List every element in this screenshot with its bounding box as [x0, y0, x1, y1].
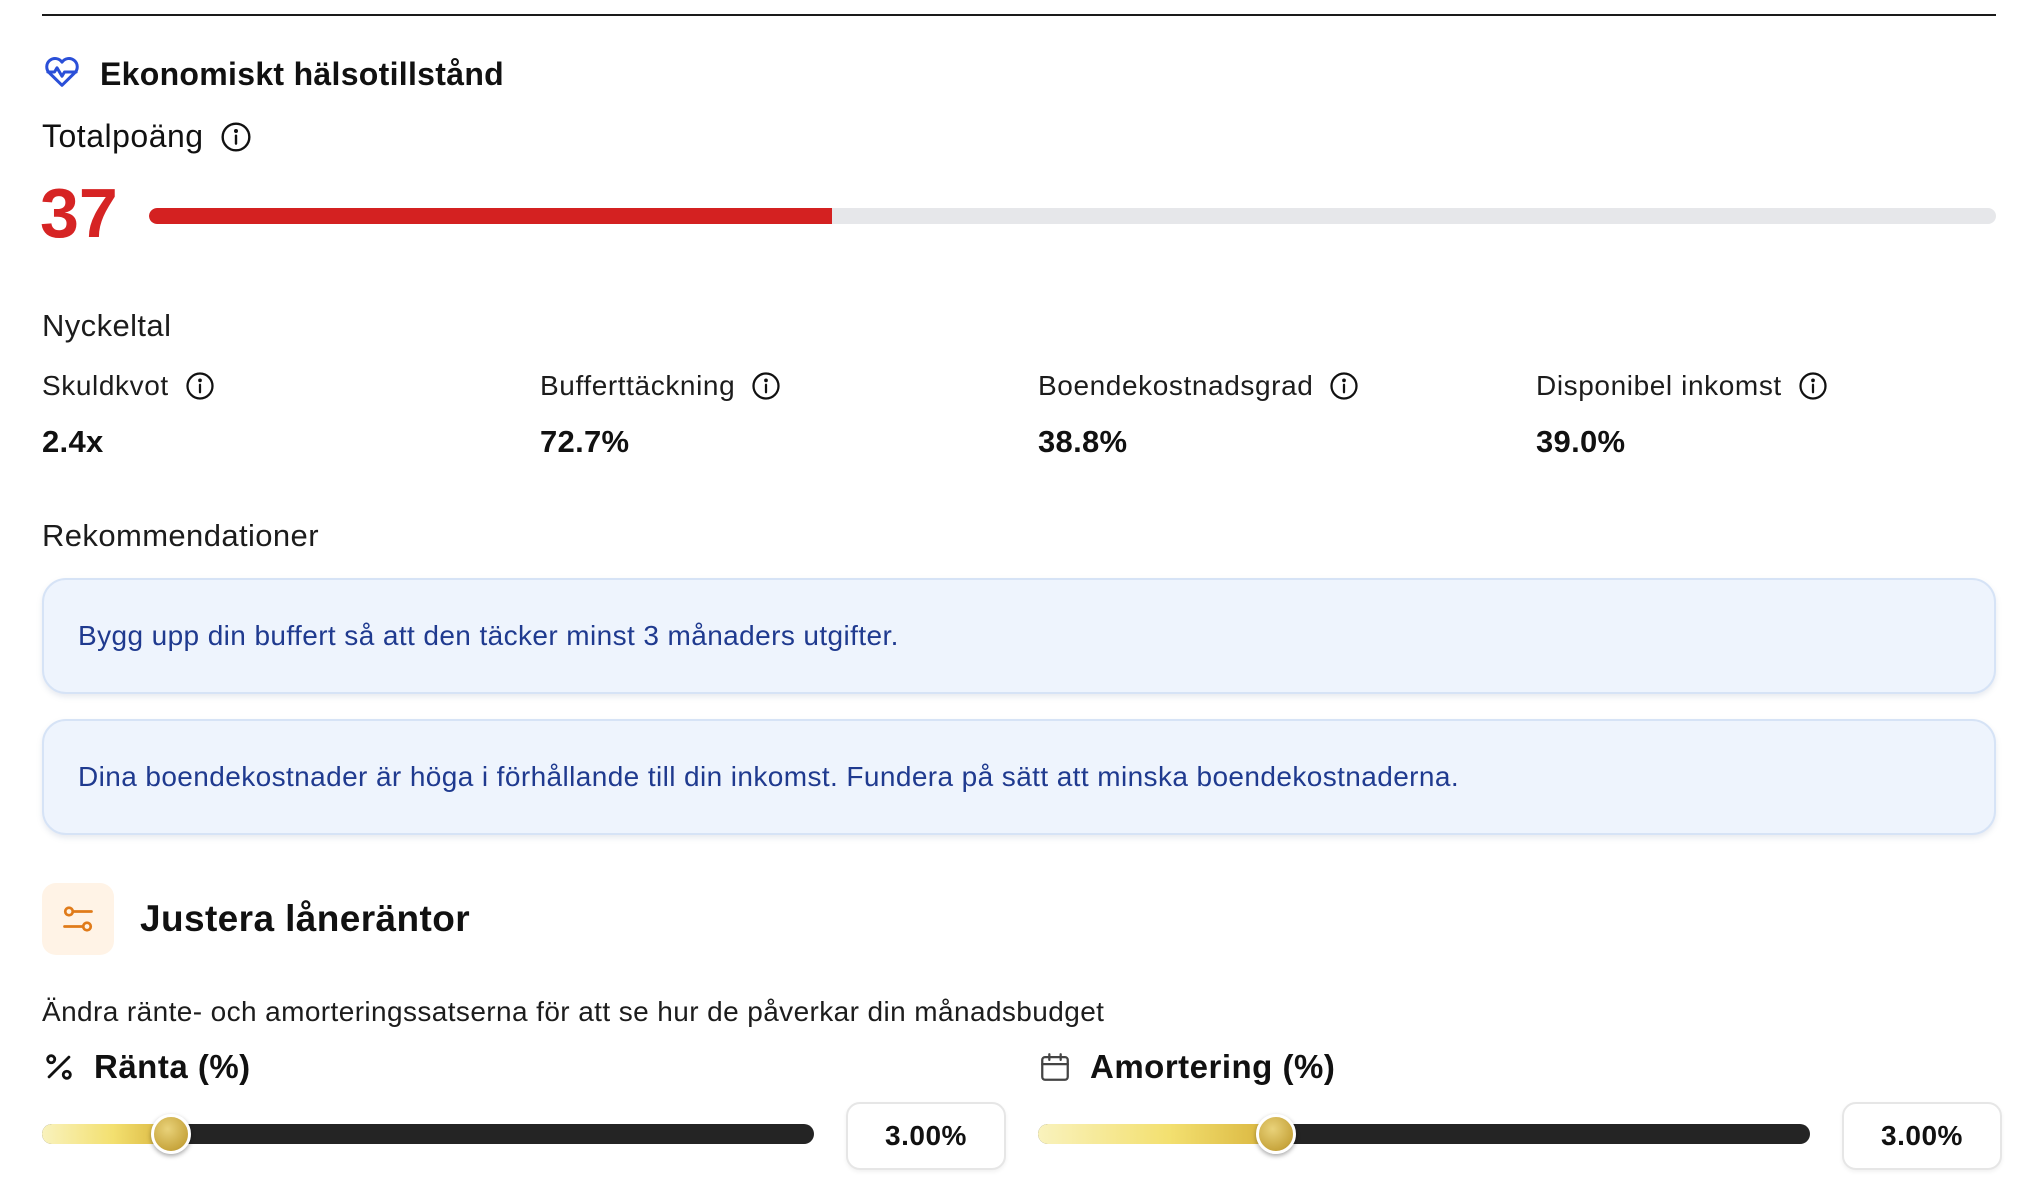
sliders-icon: [42, 883, 114, 955]
metric-housing-cost-ratio: Boendekostnadsgrad 38.8%: [1038, 370, 1359, 460]
metric-label: Disponibel inkomst: [1536, 370, 1782, 401]
score-progress-bar: [149, 208, 1996, 224]
info-icon[interactable]: [1798, 371, 1828, 401]
adjust-rates-title: Justera låneräntor: [140, 898, 471, 939]
recommendation-text: Bygg upp din buffert så att den täcker m…: [78, 620, 899, 651]
metric-label: Bufferttäckning: [540, 370, 736, 401]
interest-rate-value[interactable]: 3.00%: [846, 1102, 1006, 1170]
recommendation-card: Bygg upp din buffert så att den täcker m…: [42, 578, 1996, 694]
metric-buffer-coverage: Bufferttäckning 72.7%: [540, 370, 781, 460]
amortization-slider[interactable]: [1038, 1114, 1810, 1154]
adjust-rates-header: Justera låneräntor: [42, 883, 470, 955]
total-score-label: Totalpoäng: [42, 118, 204, 154]
metric-label: Boendekostnadsgrad: [1038, 370, 1314, 401]
health-header: Ekonomiskt hälsotillstånd: [42, 52, 504, 97]
metrics-heading: Nyckeltal: [42, 308, 172, 343]
amortization-label-row: Amortering (%): [1038, 1048, 1335, 1086]
divider: [42, 14, 1996, 16]
recommendation-text: Dina boendekostnader är höga i förhållan…: [78, 761, 1460, 792]
info-icon[interactable]: [1329, 371, 1359, 401]
calendar-icon: [1038, 1050, 1072, 1084]
amortization-value[interactable]: 3.00%: [1842, 1102, 2002, 1170]
health-title: Ekonomiskt hälsotillstånd: [100, 56, 505, 92]
recommendation-card: Dina boendekostnader är höga i förhållan…: [42, 719, 1996, 835]
info-icon[interactable]: [751, 371, 781, 401]
total-score-value: 37: [40, 174, 118, 252]
info-icon[interactable]: [185, 371, 215, 401]
interest-rate-slider-thumb[interactable]: [150, 1114, 191, 1154]
interest-rate-label-row: Ränta (%): [42, 1048, 251, 1086]
metric-debt-ratio: Skuldkvot 2.4x: [42, 370, 215, 460]
metric-disposable-income: Disponibel inkomst 39.0%: [1536, 370, 1828, 460]
info-icon[interactable]: [220, 121, 252, 153]
metric-label: Skuldkvot: [42, 370, 169, 401]
metric-value: 39.0%: [1536, 424, 1626, 459]
interest-rate-slider[interactable]: [42, 1114, 814, 1154]
interest-rate-label: Ränta (%): [94, 1048, 251, 1085]
recommendations-heading: Rekommendationer: [42, 518, 319, 553]
score-progress-fill: [149, 208, 833, 224]
total-score-label-row: Totalpoäng: [42, 118, 252, 155]
amortization-label: Amortering (%): [1090, 1048, 1336, 1085]
amortization-slider-fill: [1038, 1124, 1276, 1144]
metric-value: 72.7%: [540, 424, 630, 459]
amortization-slider-thumb[interactable]: [1255, 1114, 1296, 1154]
percent-icon: [42, 1050, 76, 1084]
adjust-rates-description: Ändra ränte- och amorteringssatserna för…: [42, 996, 1105, 1027]
metric-value: 38.8%: [1038, 424, 1128, 459]
metric-value: 2.4x: [42, 424, 104, 459]
financial-health-panel: Ekonomiskt hälsotillstånd Totalpoäng 37 …: [0, 0, 2032, 1190]
heart-pulse-icon: [42, 52, 82, 97]
